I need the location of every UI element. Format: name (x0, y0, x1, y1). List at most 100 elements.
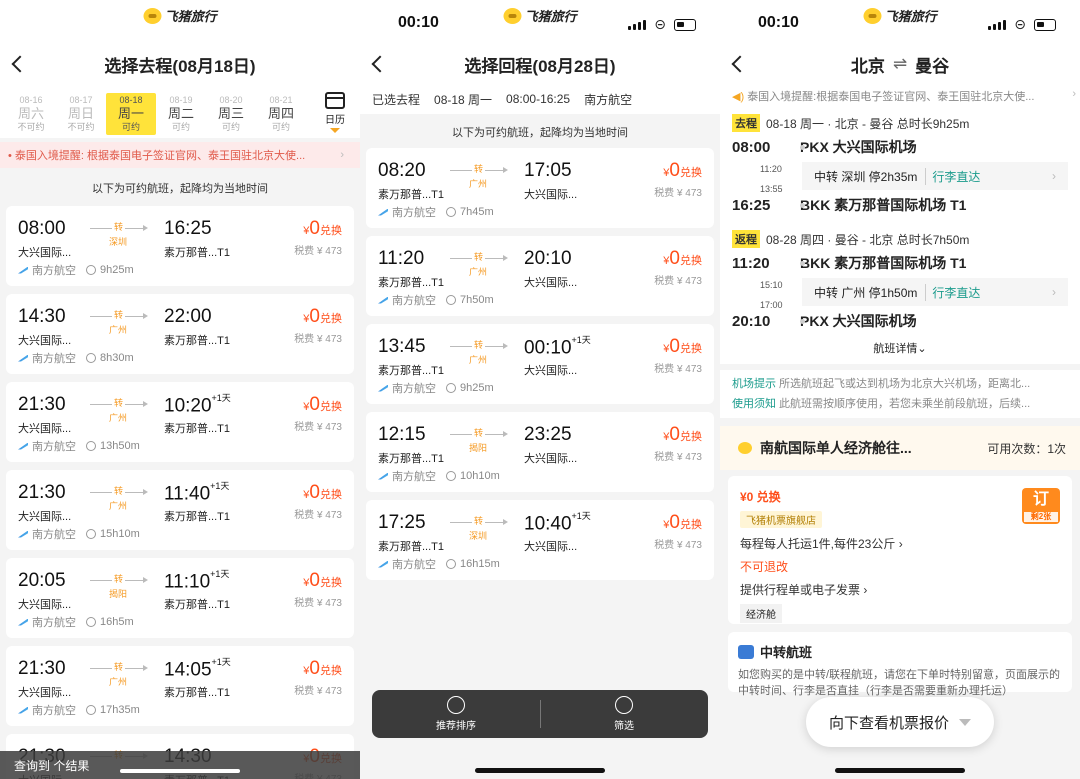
duration: 9h25m (460, 382, 494, 394)
transfer-text: 中转 广州 停1h50m (814, 285, 918, 300)
result-text: 查询到 个结果 (14, 759, 90, 773)
price: ¥0兑换 (303, 570, 342, 592)
date-tab[interactable]: 08-19 周二 可约 (156, 95, 206, 132)
pig-logo-icon (863, 7, 882, 24)
back-icon[interactable] (11, 55, 29, 73)
baggage-info[interactable]: 每程每人托运1件,每件23公斤 › (740, 535, 1060, 552)
signal-icon (628, 19, 647, 30)
airline-logo-icon (378, 208, 388, 216)
back-icon[interactable] (731, 55, 749, 73)
airline-name: 南方航空 (392, 207, 436, 219)
price-value: 0 (669, 248, 680, 269)
dep-time: 08:00 (18, 218, 66, 239)
view-price-button[interactable]: 向下查看机票报价 (806, 697, 994, 747)
page-title: 选择回程(08月28日) (464, 56, 616, 76)
date-tab[interactable]: 08-16 周六 不可约 (6, 95, 56, 132)
flight-list: 08:20 素万那普...T1 17:05 大兴国际... 转广州 南方航空 7h45m ¥0… (360, 148, 720, 580)
nav-bar: 选择去程(08月18日) (0, 44, 360, 84)
filter-label: 筛选 (614, 721, 634, 732)
filter-button[interactable]: 筛选 (540, 690, 708, 738)
date-tab[interactable]: 08-17 周日 不可约 (56, 95, 106, 132)
transfer-indicator: 转揭阳 (450, 427, 508, 453)
sort-button[interactable]: 推荐排序 (372, 690, 540, 738)
transfer-label: 转 (472, 339, 486, 351)
price-value: 0 (309, 394, 320, 415)
nav-bar: 选择回程(08月28日) (360, 44, 720, 84)
duration: 16h5m (100, 616, 134, 628)
dep-time: 20:05 (18, 570, 66, 591)
flight-card[interactable]: 21:30 大兴国际... 14:05+1天 素万那普...T1 转广州 南方航空 17h3… (6, 646, 354, 726)
header: 飞猪旅行 选择去程(08月18日) 08-16 周六 不可约 08-17 周日 不可约 08… (0, 0, 360, 138)
transfer-arrive: 11:20 (760, 164, 782, 174)
flight-card[interactable]: 08:20 素万那普...T1 17:05 大兴国际... 转广州 南方航空 7h45m ¥0… (366, 148, 714, 228)
back-icon[interactable] (371, 55, 389, 73)
brand-name: 飞猪旅行 (164, 9, 217, 24)
flight-card[interactable]: 12:15 素万那普...T1 23:25 大兴国际... 转揭阳 南方航空 10h10m ¥… (366, 412, 714, 492)
arr-time-wrap: 10:20+1天 (164, 393, 231, 417)
duration: 9h25m (100, 264, 134, 276)
flight-card[interactable]: 17:25 素万那普...T1 10:40+1天 大兴国际... 转深圳 南方航空 16h1… (366, 500, 714, 580)
airline-row: 南方航空 17h35m (18, 702, 140, 718)
pig-logo-icon (143, 7, 162, 24)
brand-logo: 飞猪旅行 (503, 6, 577, 25)
transfer-row[interactable]: 中转 深圳 停2h35m 行李直达 › (802, 162, 1068, 190)
price-value: 0 (669, 512, 680, 533)
flight-card[interactable]: 21:30 大兴国际... 11:40+1天 素万那普...T1 转广州 南方航空 15h1… (6, 470, 354, 550)
arr-time: 14:05 (164, 659, 212, 681)
nav-bar: 北京 ⇌ 曼谷 (720, 44, 1080, 84)
clock-icon (447, 696, 465, 714)
flight-card[interactable]: 13:45 素万那普...T1 00:10+1天 大兴国际... 转广州 南方航空 9h25… (366, 324, 714, 404)
price-value: 0 (309, 570, 320, 591)
date-tab[interactable]: 08-21 周四 可约 (256, 95, 306, 132)
dep-time: 17:25 (378, 512, 426, 533)
status-icons: ⊝ (988, 16, 1056, 33)
arr-time: 10:40 (524, 513, 572, 535)
airline-name: 南方航空 (392, 471, 436, 483)
plus-day: +1天 (571, 511, 591, 521)
dep-airport: 大兴国际... (18, 335, 72, 347)
tip-text: 所选航班起飞或达到机场为北京大兴机场，距离北... (776, 378, 1031, 390)
invoice-info[interactable]: 提供行程单或电子发票 › (740, 581, 1060, 598)
price: ¥0兑换 (663, 248, 702, 270)
flight-details-link[interactable]: 航班详情⌄ (732, 336, 1068, 358)
price: ¥0兑换 (663, 512, 702, 534)
date-text: 08-19 (169, 95, 193, 106)
price-tag: 兑换 (680, 255, 702, 267)
flight-card[interactable]: 08:00 大兴国际... 16:25 素万那普...T1 转深圳 南方航空 9h25m ¥0… (6, 206, 354, 286)
book-label: 订 (1032, 491, 1049, 508)
flight-card[interactable]: 21:30 大兴国际... 10:20+1天 素万那普...T1 转广州 南方航空 13h5… (6, 382, 354, 462)
transfer-indicator: 转广州 (90, 309, 148, 335)
price-tag: 兑换 (320, 489, 342, 501)
price: ¥0兑换 (303, 306, 342, 328)
flight-card[interactable]: 14:30 大兴国际... 22:00 素万那普...T1 转广州 南方航空 8h30m ¥0… (6, 294, 354, 374)
segment-info: 08-18 周一 · 北京 - 曼谷 总时长9h25m (766, 116, 970, 131)
entry-notice[interactable]: • 泰国入境提醒: 根据泰国电子签证官网、泰王国驻北京大使... › (0, 142, 360, 168)
tax: 税费 ¥ 473 (654, 540, 702, 551)
price: ¥0兑换 (663, 424, 702, 446)
date-text: 08-21 (269, 95, 293, 106)
calendar-button[interactable]: 日历 (318, 92, 352, 133)
clock-icon (86, 529, 96, 539)
arr-time-wrap: 00:10+1天 (524, 335, 591, 359)
book-button[interactable]: 订剩2张 (1022, 488, 1060, 524)
transfer-indicator: 转广州 (450, 251, 508, 277)
price: ¥0兑换 (303, 658, 342, 680)
clock-icon (446, 207, 456, 217)
flight-card[interactable]: 11:20 素万那普...T1 20:10 大兴国际... 转广州 南方航空 7h50m ¥0… (366, 236, 714, 316)
transfer-row[interactable]: 中转 广州 停1h50m 行李直达 › (802, 278, 1068, 306)
entry-notice[interactable]: ◀) 泰国入境提醒:根据泰国电子签证官网、泰王国驻北京大使... › (720, 84, 1080, 108)
dep-airport: 大兴国际... (18, 599, 72, 611)
arr-airport: 素万那普...T1 (164, 423, 231, 435)
dep-time: 12:15 (378, 424, 426, 445)
transfer-arrive: 15:10 (760, 280, 783, 290)
date-tab[interactable]: 08-18 周一 可约 (106, 93, 156, 135)
flight-card[interactable]: 20:05 大兴国际... 11:10+1天 素万那普...T1 转揭阳 南方航空 16h5… (6, 558, 354, 638)
header: 00:10 飞猪旅行 ⊝ 选择回程(08月28日) 已选去程 08-18 周一 08… (360, 0, 720, 114)
airline-logo-icon (378, 472, 388, 480)
swap-icon: ⇌ (892, 54, 908, 73)
date-tab[interactable]: 08-20 周三 可约 (206, 95, 256, 132)
chevron-right-icon: › (1052, 169, 1056, 183)
dep-time: 08:20 (378, 160, 426, 181)
clock-icon (86, 617, 96, 627)
clock-icon (86, 705, 96, 715)
